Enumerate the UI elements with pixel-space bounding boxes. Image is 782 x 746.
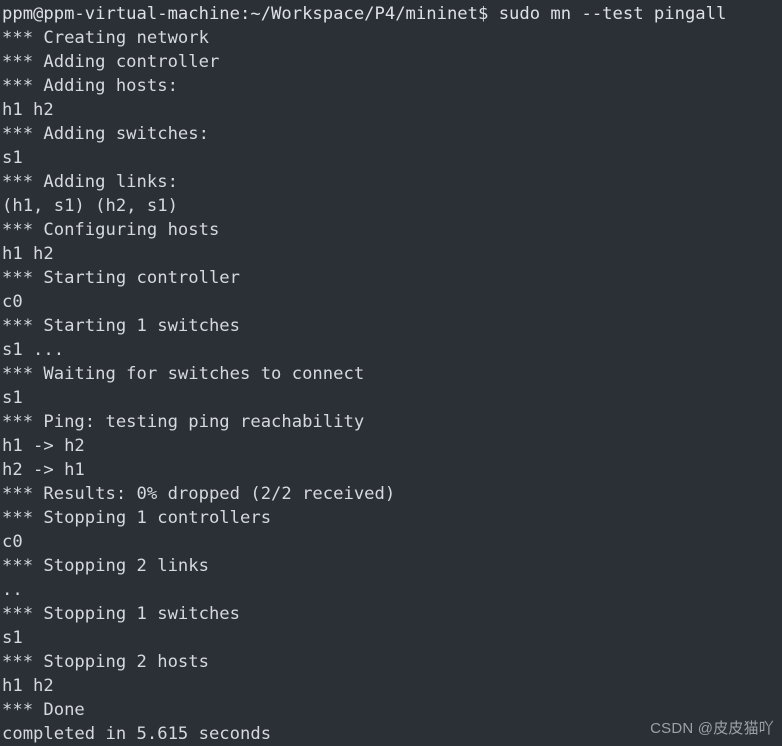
- terminal-line: h1 h2: [2, 676, 54, 696]
- terminal-line: s1: [2, 388, 23, 408]
- terminal-line: c0: [2, 532, 23, 552]
- terminal-line: *** Adding links:: [2, 172, 178, 192]
- terminal-line: c0: [2, 292, 23, 312]
- terminal-line: *** Stopping 1 controllers: [2, 508, 272, 528]
- csdn-watermark: CSDN @皮皮猫吖: [650, 720, 774, 737]
- terminal-line: h1 h2: [2, 244, 54, 264]
- terminal-line: *** Configuring hosts: [2, 220, 220, 240]
- terminal-line: *** Creating network: [2, 28, 209, 48]
- terminal-line: *** Adding switches:: [2, 124, 209, 144]
- terminal-output: ppm@ppm-virtual-machine:~/Workspace/P4/m…: [2, 2, 782, 746]
- terminal-line: *** Stopping 2 links: [2, 556, 209, 576]
- terminal-line: s1: [2, 148, 23, 168]
- terminal-line: *** Stopping 2 hosts: [2, 652, 209, 672]
- terminal-window[interactable]: ppm@ppm-virtual-machine:~/Workspace/P4/m…: [0, 0, 782, 744]
- terminal-line: *** Starting 1 switches: [2, 316, 240, 336]
- terminal-line: (h1, s1) (h2, s1): [2, 196, 178, 216]
- terminal-line: *** Stopping 1 switches: [2, 604, 240, 624]
- terminal-line: s1: [2, 628, 23, 648]
- terminal-line: s1 ...: [2, 340, 65, 360]
- terminal-line: ..: [2, 580, 23, 600]
- terminal-line: *** Starting controller: [2, 268, 240, 288]
- terminal-line: *** Adding controller: [2, 52, 220, 72]
- terminal-line: *** Ping: testing ping reachability: [2, 412, 365, 432]
- terminal-line: *** Waiting for switches to connect: [2, 364, 365, 384]
- terminal-line: *** Adding hosts:: [2, 76, 178, 96]
- terminal-line: *** Results: 0% dropped (2/2 received): [2, 484, 396, 504]
- terminal-prompt-line: ppm@ppm-virtual-machine:~/Workspace/P4/m…: [2, 4, 727, 24]
- terminal-line: h1 -> h2: [2, 436, 85, 456]
- terminal-line: h1 h2: [2, 100, 54, 120]
- terminal-line: h2 -> h1: [2, 460, 85, 480]
